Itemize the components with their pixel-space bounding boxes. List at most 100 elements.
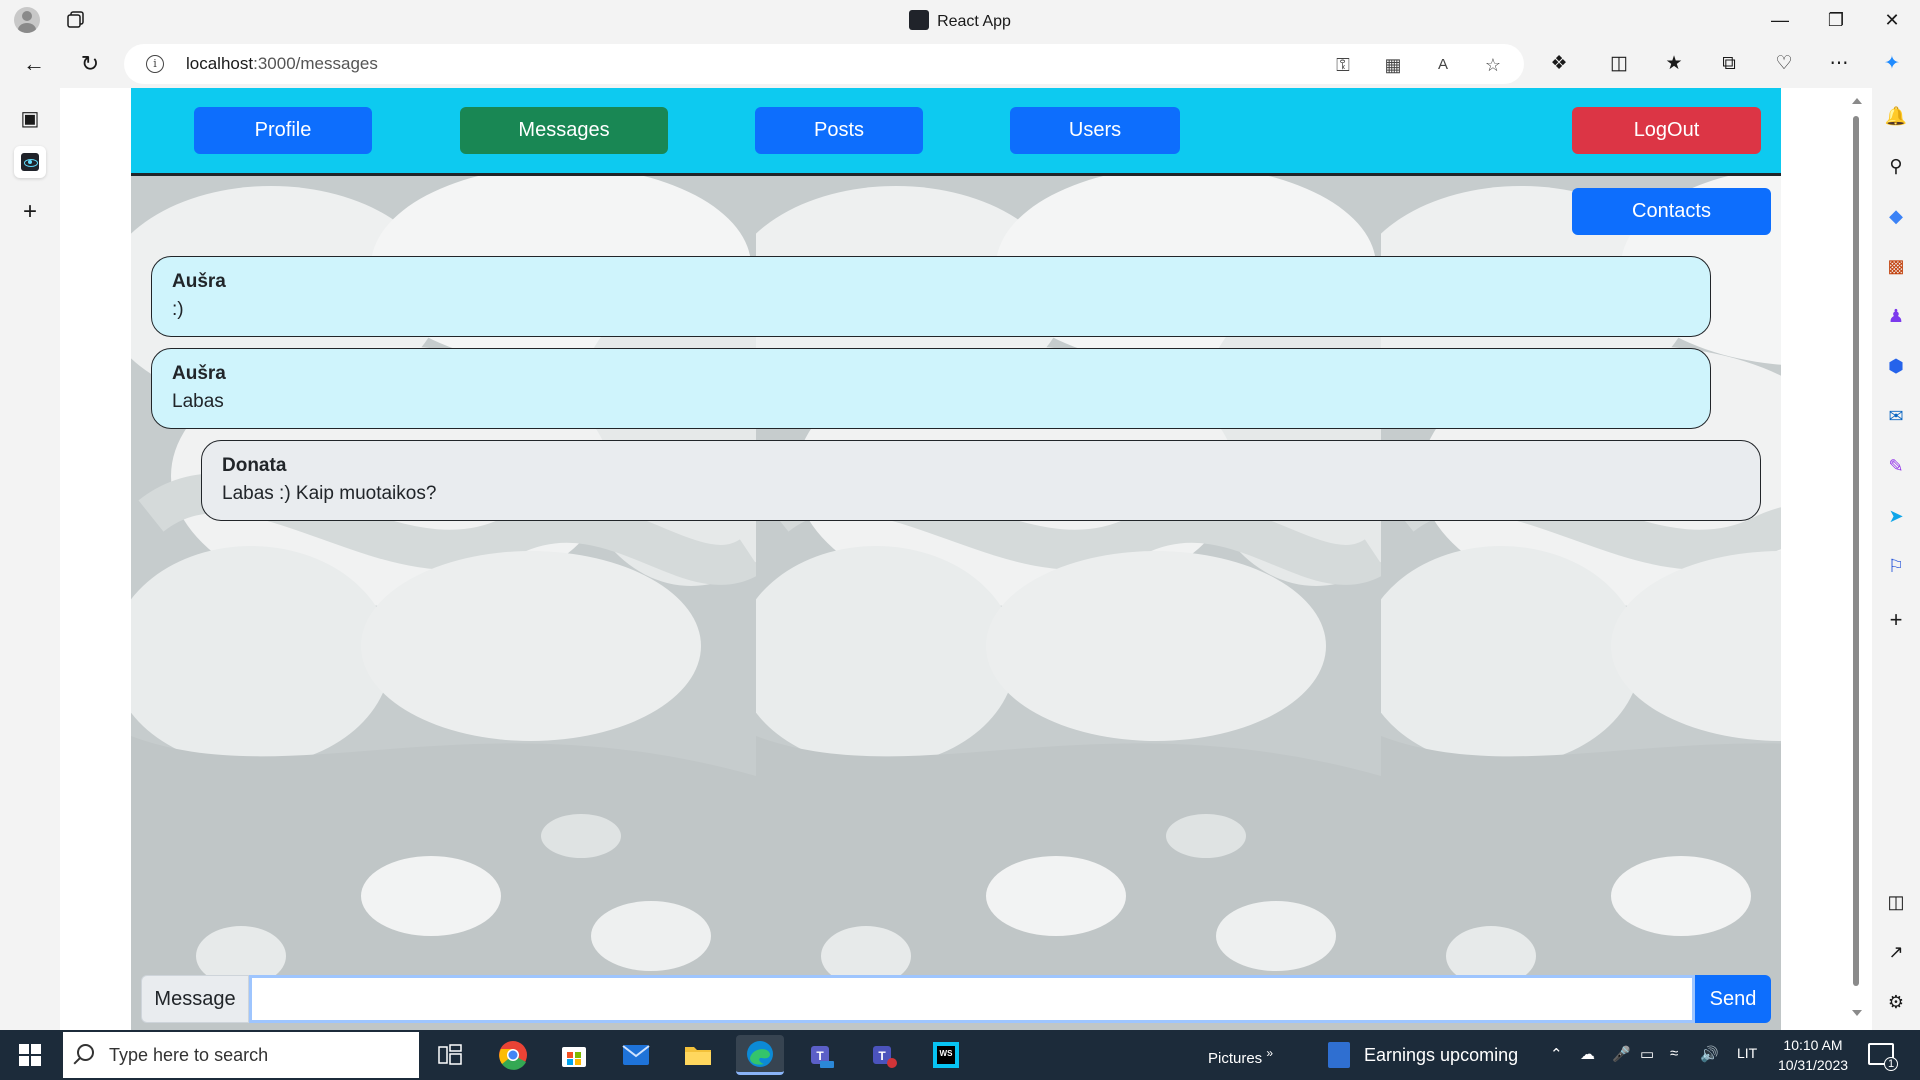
notifications-bell-icon[interactable]: 🔔 [1884,104,1908,128]
message-text: :) [172,299,184,320]
message-author: Aušra [172,363,226,384]
tools-icon[interactable]: ▩ [1884,254,1908,278]
app-available-icon[interactable]: ▦ [1382,54,1404,76]
svg-text:T: T [878,1049,886,1063]
message-bubble: Aušra :) [151,256,1711,337]
language-indicator[interactable]: LIT [1737,1045,1757,1061]
designer-icon[interactable]: ✎ [1884,454,1908,478]
send-button[interactable]: Send [1695,975,1771,1023]
pictures-toolbar[interactable]: Pictures » [1208,1046,1273,1067]
notification-count: 1 [1884,1057,1898,1071]
windows-taskbar: Type here to search T T WS Pictures » Ea… [0,1030,1920,1080]
refresh-icon[interactable]: ↻ [72,48,108,80]
url-field[interactable]: i localhost:3000/messages ⚿ ▦ A ☆ [124,44,1524,84]
close-window-button[interactable]: ✕ [1864,0,1920,40]
volume-icon[interactable]: 🔊 [1700,1045,1719,1063]
task-view-icon[interactable] [426,1035,474,1075]
add-sidebar-app-icon[interactable]: + [1884,607,1908,632]
wifi-icon[interactable]: ≈ [1670,1045,1678,1062]
new-tab-icon[interactable]: + [14,196,46,228]
message-bubble: Aušra Labas [151,348,1711,429]
message-text: Labas [172,391,224,412]
favorites-icon[interactable]: ★ [1662,52,1686,76]
svg-text:WS: WS [940,1049,954,1058]
scroll-down-arrow-icon[interactable] [1852,1010,1862,1016]
microsoft-365-icon[interactable]: ⬢ [1884,354,1908,378]
search-icon[interactable]: ⚲ [1884,154,1908,178]
message-composer: Message Send [141,975,1771,1023]
messages-app: Profile Messages Posts Users LogOut Cont… [131,88,1781,1030]
url-text[interactable]: localhost:3000/messages [186,54,378,74]
key-icon[interactable]: ⚿ [1332,54,1354,76]
outlook-icon[interactable]: ✉ [1884,404,1908,428]
page-scrollbar[interactable] [1848,94,1864,1018]
taskbar-search-box[interactable]: Type here to search [63,1032,419,1078]
onedrive-cloud-icon[interactable]: ☁ [1580,1045,1595,1063]
microsoft-store-icon[interactable] [550,1035,598,1075]
news-document-icon [1328,1042,1350,1068]
search-icon [77,1044,94,1061]
svg-text:T: T [816,1049,824,1063]
clock-time: 10:10 AM [1783,1037,1843,1053]
read-aloud-icon[interactable]: A [1432,54,1454,76]
back-icon[interactable]: ← [16,48,52,80]
nav-profile-button[interactable]: Profile [194,107,372,154]
scrollbar-thumb[interactable] [1853,116,1859,986]
top-navbar: Profile Messages Posts Users LogOut [131,88,1781,176]
webstorm-icon[interactable]: WS [922,1035,970,1075]
teams-icon[interactable]: T [860,1035,908,1075]
copilot-icon[interactable]: ✦ [1880,52,1904,76]
nav-users-button[interactable]: Users [1010,107,1180,154]
more-menu-icon[interactable]: ⋯ [1827,52,1851,76]
nav-posts-button[interactable]: Posts [755,107,923,154]
open-external-icon[interactable]: ↗ [1884,940,1908,964]
title-bar: React App — ❐ ✕ [0,0,1920,40]
clock-date: 10/31/2023 [1777,1057,1849,1073]
system-clock[interactable]: 10:10 AM 10/31/2023 [1768,1035,1858,1075]
mail-icon[interactable] [612,1035,660,1075]
flag-icon[interactable]: ⚐ [1884,554,1908,578]
restore-button[interactable]: ❐ [1808,0,1864,40]
start-button[interactable] [0,1030,60,1080]
notification-center-icon[interactable]: 1 [1868,1043,1898,1071]
battery-icon[interactable]: ▭ [1640,1045,1654,1063]
message-author: Aušra [172,271,226,292]
tab-actions-icon[interactable]: ▣ [14,102,46,134]
scroll-up-arrow-icon[interactable] [1852,98,1862,104]
site-info-icon[interactable]: i [146,55,164,73]
message-input[interactable] [249,975,1695,1023]
edge-icon[interactable] [736,1035,784,1075]
edge-sidebar: 🔔 ⚲ ◆ ▩ ♟ ⬢ ✉ ✎ ➤ ⚐ + ◫ ↗ ⚙ [1872,88,1920,1030]
split-screen-icon[interactable]: ◫ [1607,52,1631,76]
react-tab-icon [21,153,39,171]
show-hidden-icons-icon[interactable]: ⌃ [1550,1045,1563,1063]
address-bar-row: ← ↻ i localhost:3000/messages ⚿ ▦ A ☆ ❖ … [0,40,1920,88]
message-text: Labas :) Kaip muotaikos? [222,483,437,504]
chrome-icon[interactable] [489,1035,537,1075]
windows-logo-icon [19,1044,41,1066]
nav-messages-button[interactable]: Messages [460,107,668,154]
file-explorer-icon[interactable] [674,1035,722,1075]
settings-gear-icon[interactable]: ⚙ [1884,990,1908,1014]
message-bubble-own: Donata Labas :) Kaip muotaikos? [201,440,1761,521]
browser-essentials-icon[interactable]: ♡ [1772,52,1796,76]
send-icon[interactable]: ➤ [1884,504,1908,528]
teams-new-icon[interactable]: T [798,1035,846,1075]
hide-sidebar-icon[interactable]: ◫ [1884,890,1908,914]
collections-icon[interactable]: ⧉ [1717,52,1741,76]
contacts-button[interactable]: Contacts [1572,188,1771,235]
microphone-icon[interactable]: 🎤 [1612,1045,1631,1063]
favorite-star-icon[interactable]: ☆ [1482,54,1504,76]
logout-button[interactable]: LogOut [1572,107,1761,154]
react-favicon-icon [909,10,930,30]
news-widget[interactable]: Earnings upcoming [1328,1042,1518,1068]
message-input-label: Message [141,975,249,1023]
chevron-right-icon: » [1266,1046,1274,1060]
tab-react-app[interactable] [14,146,46,178]
message-author: Donata [222,455,287,476]
shopping-icon[interactable]: ◆ [1884,204,1908,228]
games-icon[interactable]: ♟ [1884,304,1908,328]
extensions-icon[interactable]: ❖ [1547,52,1571,76]
vertical-tabs-bar: ▣ + [0,88,60,1030]
minimize-button[interactable]: — [1752,0,1808,40]
